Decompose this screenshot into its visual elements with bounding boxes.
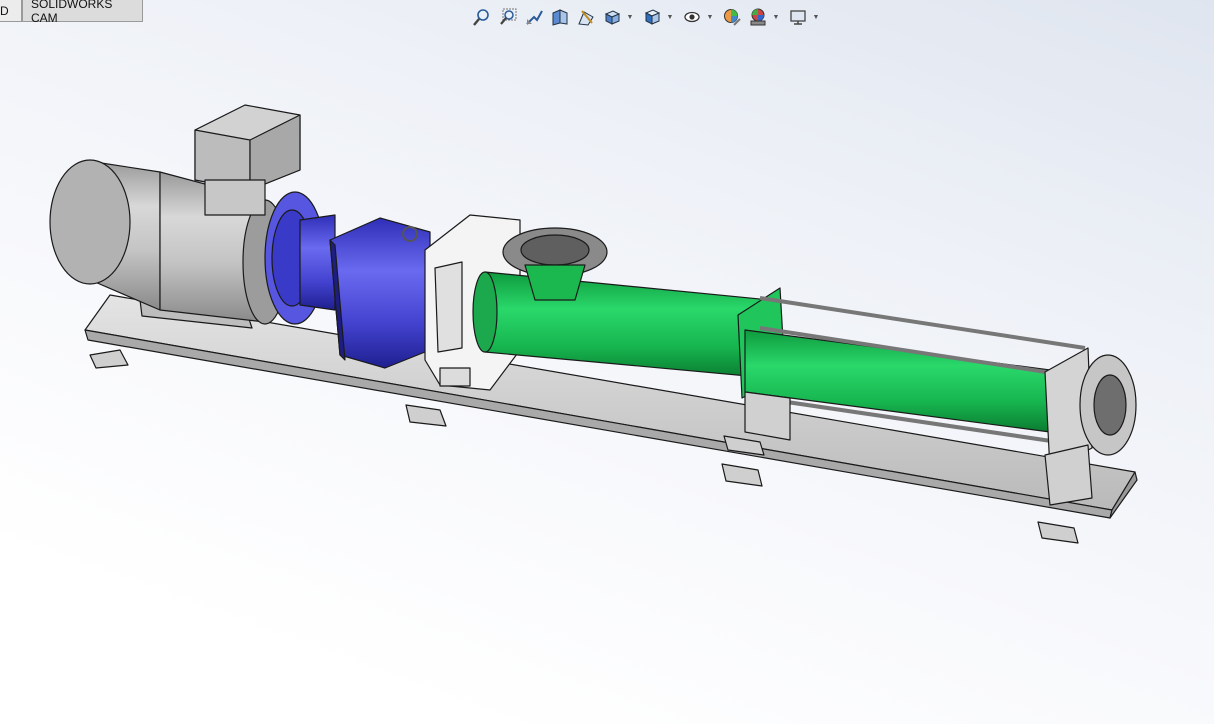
hide-show-items-icon bbox=[684, 11, 700, 23]
zoom-to-area-icon bbox=[500, 8, 517, 25]
view-settings-button[interactable] bbox=[786, 5, 810, 29]
edit-appearance-button[interactable] bbox=[720, 5, 744, 29]
view-settings-dropdown[interactable]: ▼ bbox=[812, 5, 820, 29]
dynamic-annotation-views-icon bbox=[578, 10, 594, 26]
previous-view-icon bbox=[526, 10, 543, 25]
chevron-down-icon: ▼ bbox=[772, 13, 780, 21]
section-view-button[interactable] bbox=[548, 5, 572, 29]
edit-appearance-icon bbox=[724, 9, 741, 26]
view-settings-icon bbox=[790, 10, 806, 25]
apply-scene-icon bbox=[750, 8, 766, 26]
electric-motor bbox=[49, 104, 301, 329]
zoom-to-fit-button[interactable] bbox=[470, 5, 494, 29]
view-orientation-icon bbox=[604, 10, 621, 25]
view-orientation-button[interactable] bbox=[600, 5, 624, 29]
section-view-icon bbox=[552, 9, 568, 26]
pump-assembly-model[interactable] bbox=[0, 0, 1214, 724]
apply-scene-button[interactable] bbox=[746, 5, 770, 29]
zoom-to-fit-icon bbox=[473, 9, 489, 26]
tab-partial[interactable]: D bbox=[0, 0, 22, 22]
previous-view-button[interactable] bbox=[522, 5, 546, 29]
chevron-down-icon: ▼ bbox=[666, 13, 674, 21]
graphics-area[interactable] bbox=[0, 0, 1214, 724]
view-orientation-dropdown[interactable]: ▼ bbox=[626, 5, 634, 29]
dynamic-annotation-views-button[interactable] bbox=[574, 5, 598, 29]
tab-solidworks-cam[interactable]: SOLIDWORKS CAM bbox=[22, 0, 143, 25]
chevron-down-icon: ▼ bbox=[812, 13, 820, 21]
display-style-button[interactable] bbox=[640, 5, 664, 29]
feature-manager-tabstrip: D SOLIDWORKS CAM bbox=[0, 0, 143, 25]
zoom-to-area-button[interactable] bbox=[496, 5, 520, 29]
heads-up-view-toolbar: ▼ ▼ ▼ ▼ ▼ bbox=[470, 4, 824, 30]
chevron-down-icon: ▼ bbox=[626, 13, 634, 21]
chevron-down-icon: ▼ bbox=[706, 13, 714, 21]
hide-show-items-dropdown[interactable]: ▼ bbox=[706, 5, 714, 29]
hide-show-items-button[interactable] bbox=[680, 5, 704, 29]
display-style-icon bbox=[644, 9, 661, 25]
tab-partial-label: D bbox=[0, 3, 9, 18]
display-style-dropdown[interactable]: ▼ bbox=[666, 5, 674, 29]
apply-scene-dropdown[interactable]: ▼ bbox=[772, 5, 780, 29]
tab-solidworks-cam-label: SOLIDWORKS CAM bbox=[31, 0, 113, 25]
